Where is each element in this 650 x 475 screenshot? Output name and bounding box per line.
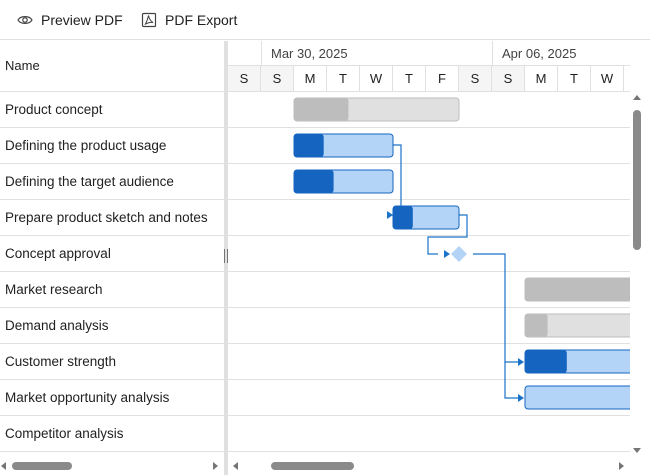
chart-horizontal-scroll-thumb[interactable]: [271, 462, 354, 470]
task-progress-bar[interactable]: [525, 278, 630, 301]
grid-row[interactable]: Customer strength: [0, 344, 224, 380]
task-grid: Name Product concept Defining the produc…: [0, 41, 224, 457]
grid-row[interactable]: Defining the target audience: [0, 164, 224, 200]
task-name: Competitor analysis: [5, 426, 124, 441]
vertical-scroll-thumb[interactable]: [633, 110, 641, 250]
task-progress-bar[interactable]: [294, 170, 334, 193]
grid-header: Name: [0, 41, 224, 92]
task-name: Defining the product usage: [5, 138, 167, 153]
task-progress-bar[interactable]: [294, 98, 349, 121]
eye-icon: [17, 16, 33, 24]
pdf-export-label: PDF Export: [165, 12, 238, 28]
grid-row[interactable]: Demand analysis: [0, 308, 224, 344]
dependency-connectors: [293, 97, 630, 410]
task-name: Market opportunity analysis: [5, 390, 170, 405]
gantt-chart: Mar 30, 2025 Apr 06, 2025 S S M T W T F …: [228, 41, 630, 457]
vertical-scrollbar[interactable]: [630, 92, 646, 457]
milestone-diamond[interactable]: [451, 246, 467, 262]
connector-arrow-icon: [518, 394, 524, 402]
grid-row[interactable]: Competitor analysis: [0, 416, 224, 452]
grid-row[interactable]: Prepare product sketch and notes: [0, 200, 224, 236]
preview-pdf-button[interactable]: Preview PDF: [17, 10, 123, 30]
task-progress-bar[interactable]: [525, 314, 548, 337]
task-name: Concept approval: [5, 246, 111, 261]
pdf-icon: [141, 12, 157, 28]
connector-arrow-icon: [444, 250, 450, 258]
task-progress-bar[interactable]: [294, 134, 324, 157]
grid-row[interactable]: Market opportunity analysis: [0, 380, 224, 416]
toolbar: Preview PDF PDF Export: [0, 0, 650, 40]
scroll-down-icon: [633, 448, 641, 453]
grid-row[interactable]: Market research: [0, 272, 224, 308]
task-progress-bar[interactable]: [393, 206, 413, 229]
task-name: Prepare product sketch and notes: [5, 210, 208, 225]
scroll-left-icon: [233, 462, 238, 470]
scroll-right-icon: [619, 462, 624, 470]
name-column-header[interactable]: Name: [5, 58, 40, 73]
scroll-left-icon: [1, 462, 6, 470]
task-progress-bar[interactable]: [525, 350, 567, 373]
grid-horizontal-scrollbar[interactable]: [0, 457, 224, 475]
task-name: Defining the target audience: [5, 174, 174, 189]
grid-row[interactable]: Product concept: [0, 92, 224, 128]
connector-arrow-icon: [518, 358, 524, 366]
task-name: Product concept: [5, 102, 103, 117]
scroll-up-icon: [633, 95, 641, 100]
connector-arrow-icon: [387, 211, 393, 219]
task-name: Market research: [5, 282, 103, 297]
task-bar[interactable]: [524, 385, 630, 410]
grid-horizontal-scroll-thumb[interactable]: [12, 462, 72, 470]
scroll-right-icon: [213, 462, 218, 470]
grid-row[interactable]: Defining the product usage: [0, 128, 224, 164]
pdf-export-button[interactable]: PDF Export: [141, 10, 237, 30]
task-name: Customer strength: [5, 354, 117, 369]
chart-horizontal-scrollbar[interactable]: [228, 457, 630, 475]
preview-pdf-label: Preview PDF: [41, 12, 123, 28]
task-name: Demand analysis: [5, 318, 109, 333]
grid-row[interactable]: Concept approval: [0, 236, 224, 272]
